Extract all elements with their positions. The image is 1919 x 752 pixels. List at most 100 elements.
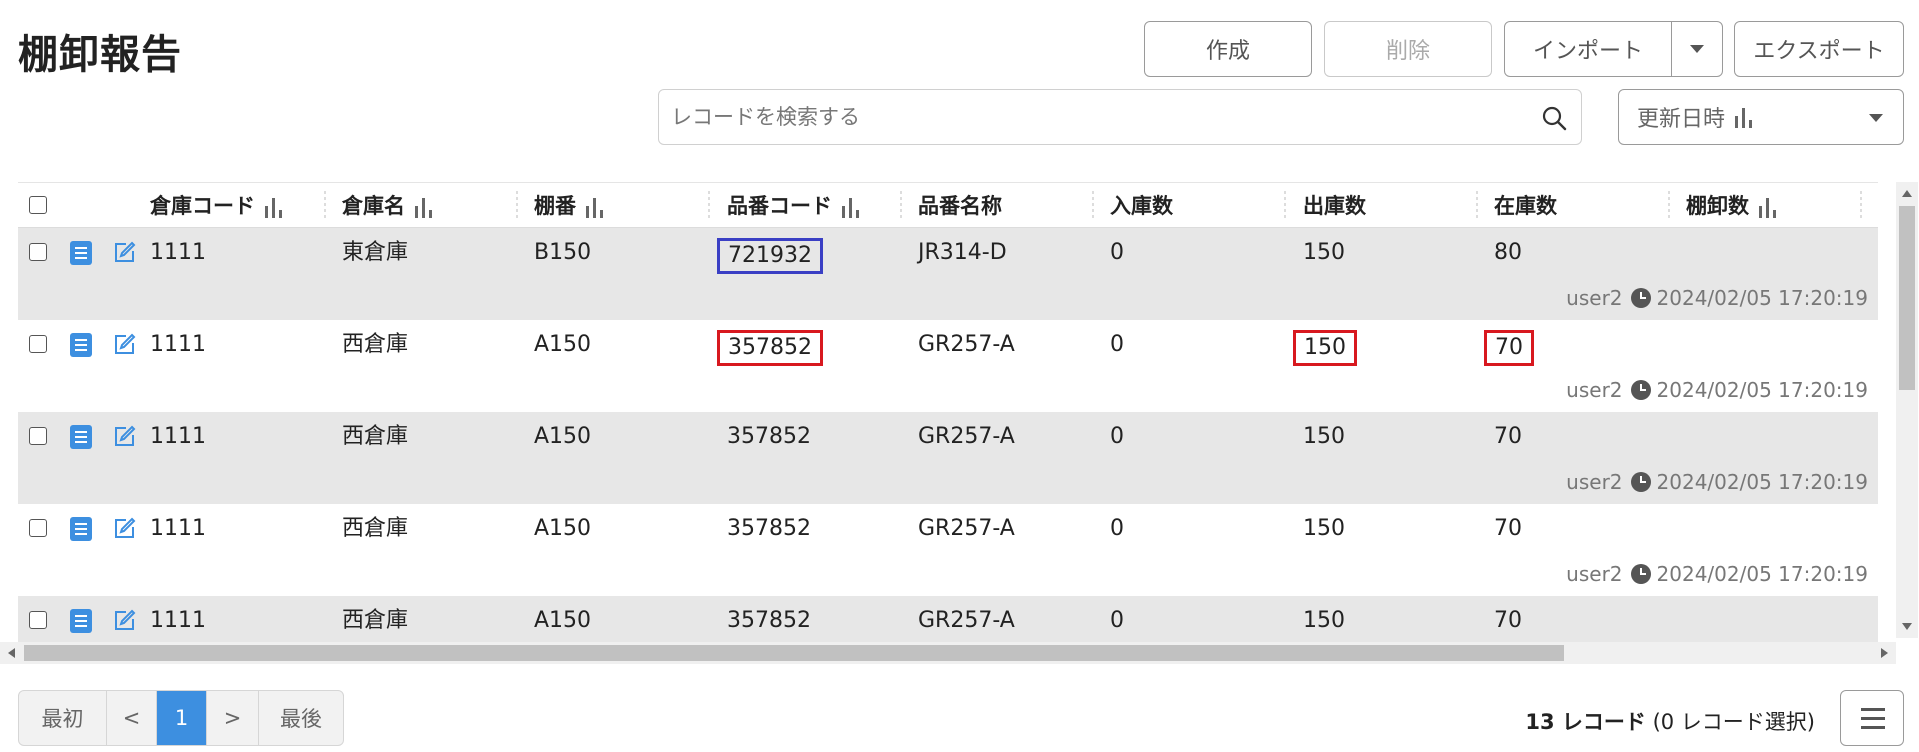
cell-out-qty: 150 <box>1303 516 1345 541</box>
table-row[interactable]: 1111 西倉庫 A150 357852 GR257-A 0 150 70 us… <box>18 320 1878 412</box>
cell-part-code: 721932 <box>717 238 823 274</box>
column-header-warehouse-name[interactable]: 倉庫名 <box>342 183 435 229</box>
row-user: user2 <box>1566 470 1623 494</box>
cell-part-code: 357852 <box>717 330 823 366</box>
row-updated: 2024/02/05 17:20:19 <box>1656 562 1868 586</box>
sort-select[interactable]: 更新日時 <box>1618 89 1904 145</box>
scroll-down-icon[interactable] <box>1902 623 1912 630</box>
column-header-part-code[interactable]: 品番コード <box>727 183 862 229</box>
cell-warehouse-code: 1111 <box>150 424 206 449</box>
cell-part-code: 357852 <box>727 516 811 541</box>
page-current-button[interactable]: 1 <box>157 691 207 745</box>
document-icon[interactable] <box>70 333 92 357</box>
scroll-thumb[interactable] <box>24 645 1564 661</box>
column-header-count-qty[interactable]: 棚卸数 <box>1686 183 1779 229</box>
column-header-warehouse-code[interactable]: 倉庫コード <box>150 183 285 229</box>
cell-shelf: B150 <box>534 240 592 265</box>
cell-warehouse-code: 1111 <box>150 332 206 357</box>
scroll-up-icon[interactable] <box>1902 190 1912 197</box>
row-meta: user2 2024/02/05 17:20:19 <box>1566 378 1868 402</box>
cell-out-qty: 150 <box>1303 424 1345 449</box>
page-first-button[interactable]: 最初 <box>19 691 107 745</box>
column-header-shelf[interactable]: 棚番 <box>534 183 606 229</box>
cell-part-code: 357852 <box>727 424 811 449</box>
document-icon[interactable] <box>70 609 92 633</box>
horizontal-scrollbar[interactable] <box>0 642 1896 664</box>
row-checkbox[interactable] <box>29 519 47 537</box>
page-prev-button[interactable]: < <box>107 691 157 745</box>
cell-stock-qty: 70 <box>1484 330 1534 366</box>
cell-warehouse-name: 西倉庫 <box>342 608 409 633</box>
row-checkbox[interactable] <box>29 243 47 261</box>
row-checkbox[interactable] <box>29 611 47 629</box>
delete-button[interactable]: 削除 <box>1324 21 1492 77</box>
sort-bars-icon <box>840 196 862 218</box>
page-title: 棚卸報告 <box>18 32 182 78</box>
cell-part-code: 357852 <box>727 608 811 633</box>
page-last-button[interactable]: 最後 <box>259 691 343 745</box>
export-button[interactable]: エクスポート <box>1734 21 1904 77</box>
search-box <box>658 89 1582 145</box>
row-user: user2 <box>1566 562 1623 586</box>
select-all-checkbox[interactable] <box>29 196 47 214</box>
edit-icon[interactable] <box>112 333 136 357</box>
cell-part-name: JR314-D <box>918 240 1007 265</box>
cell-shelf: A150 <box>534 424 592 449</box>
document-icon[interactable] <box>70 517 92 541</box>
cell-in-qty: 0 <box>1110 240 1124 265</box>
edit-icon[interactable] <box>112 517 136 541</box>
column-header-in-qty[interactable]: 入庫数 <box>1110 183 1173 229</box>
scroll-left-icon[interactable] <box>8 648 15 658</box>
sort-bars-icon <box>263 196 285 218</box>
create-button[interactable]: 作成 <box>1144 21 1312 77</box>
cell-warehouse-code: 1111 <box>150 516 206 541</box>
edit-icon[interactable] <box>112 425 136 449</box>
table-header: 倉庫コード 倉庫名 棚番 品番コード 品番名称 入庫数 出庫数 在庫数 棚卸数 <box>18 182 1878 228</box>
import-button[interactable]: インポート <box>1505 22 1672 76</box>
scroll-thumb[interactable] <box>1899 206 1915 390</box>
row-meta: user2 2024/02/05 17:20:19 <box>1566 286 1868 310</box>
column-header-part-name[interactable]: 品番名称 <box>918 183 1002 229</box>
table-row[interactable]: 1111 東倉庫 B150 721932 JR314-D 0 150 80 us… <box>18 228 1878 320</box>
scroll-right-icon[interactable] <box>1881 648 1888 658</box>
row-meta: user2 2024/02/05 17:20:19 <box>1566 470 1868 494</box>
sort-label: 更新日時 <box>1637 107 1726 132</box>
cell-warehouse-name: 西倉庫 <box>342 332 409 357</box>
row-meta: user2 2024/02/05 17:20:19 <box>1566 562 1868 586</box>
sort-bars-icon <box>1757 196 1779 218</box>
chevron-down-icon <box>1690 45 1704 53</box>
cell-part-name: GR257-A <box>918 332 1015 357</box>
pagination: 最初 < 1 > 最後 <box>18 690 344 746</box>
clock-icon <box>1630 380 1651 400</box>
clock-icon <box>1630 472 1651 492</box>
cell-out-qty: 150 <box>1303 608 1345 633</box>
row-checkbox[interactable] <box>29 335 47 353</box>
vertical-scrollbar[interactable] <box>1896 182 1918 638</box>
table-row[interactable]: 1111 西倉庫 A150 357852 GR257-A 0 150 70 <box>18 596 1878 642</box>
row-checkbox[interactable] <box>29 427 47 445</box>
search-icon[interactable] <box>1541 105 1567 131</box>
edit-icon[interactable] <box>112 241 136 265</box>
sort-bars-icon <box>584 196 606 218</box>
table-row[interactable]: 1111 西倉庫 A150 357852 GR257-A 0 150 70 us… <box>18 504 1878 596</box>
cell-warehouse-name: 西倉庫 <box>342 424 409 449</box>
import-dropdown-button[interactable] <box>1672 22 1722 76</box>
cell-shelf: A150 <box>534 332 592 357</box>
table-row[interactable]: 1111 西倉庫 A150 357852 GR257-A 0 150 70 us… <box>18 412 1878 504</box>
cell-in-qty: 0 <box>1110 516 1124 541</box>
record-selected: (0 レコード選択) <box>1652 710 1815 734</box>
hamburger-menu-button[interactable] <box>1840 690 1904 746</box>
row-user: user2 <box>1566 378 1623 402</box>
clock-icon <box>1630 564 1651 584</box>
search-input[interactable] <box>671 90 1531 144</box>
page-next-button[interactable]: > <box>207 691 259 745</box>
clock-icon <box>1630 288 1651 308</box>
cell-shelf: A150 <box>534 516 592 541</box>
cell-shelf: A150 <box>534 608 592 633</box>
row-updated: 2024/02/05 17:20:19 <box>1656 286 1868 310</box>
edit-icon[interactable] <box>112 609 136 633</box>
document-icon[interactable] <box>70 241 92 265</box>
document-icon[interactable] <box>70 425 92 449</box>
column-header-out-qty[interactable]: 出庫数 <box>1303 183 1366 229</box>
column-header-stock-qty[interactable]: 在庫数 <box>1494 183 1557 229</box>
